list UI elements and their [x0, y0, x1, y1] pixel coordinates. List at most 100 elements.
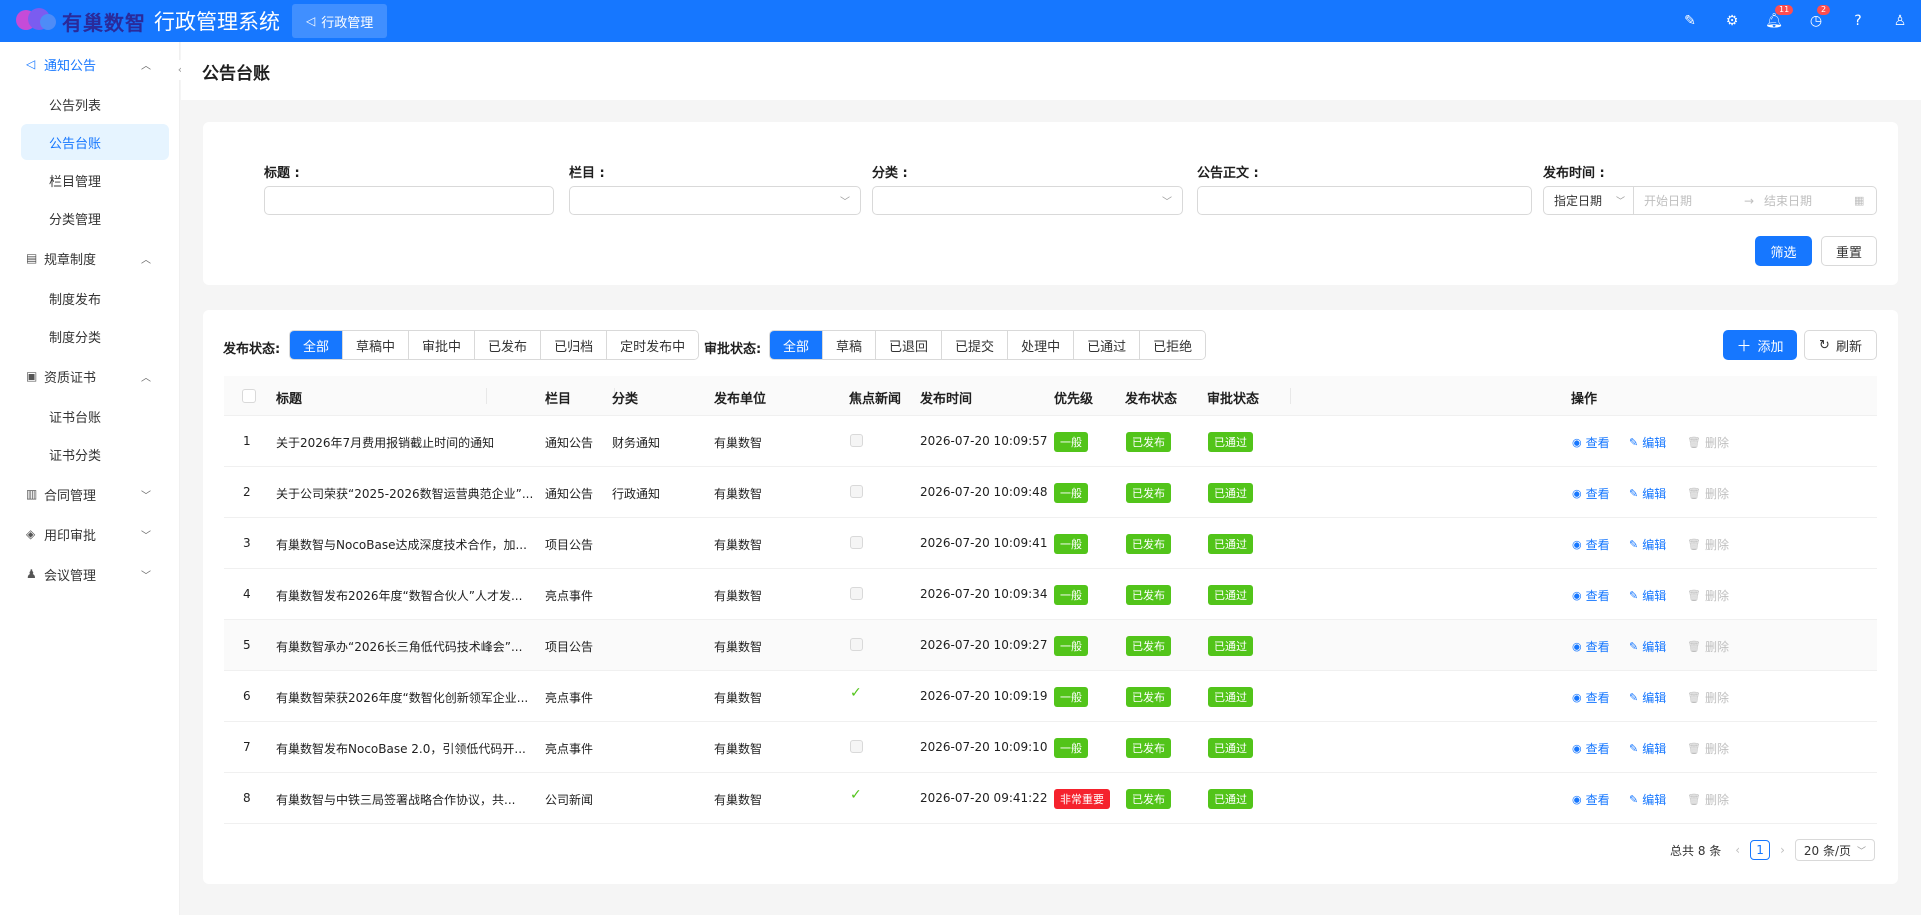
delete-action[interactable]: 🗑︎ 删除: [1687, 740, 1729, 757]
view-action[interactable]: ◉ 查看: [1572, 587, 1610, 604]
edit-action[interactable]: ✎ 编辑: [1629, 485, 1666, 502]
publish-status-published[interactable]: 已发布: [475, 331, 542, 359]
th-unit[interactable]: 发布单位: [714, 388, 766, 407]
edit-action[interactable]: ✎ 编辑: [1629, 587, 1666, 604]
view-action[interactable]: ◉ 查看: [1572, 689, 1610, 706]
sidebar-item-certificate-category[interactable]: 证书分类: [21, 436, 169, 472]
th-column[interactable]: 栏目: [545, 388, 571, 407]
edit-action[interactable]: ✎ 编辑: [1629, 638, 1666, 655]
sidebar-item-regulation-category[interactable]: 制度分类: [21, 318, 169, 354]
body-filter-input[interactable]: [1197, 186, 1532, 215]
view-action[interactable]: ◉ 查看: [1572, 791, 1610, 808]
filter-button[interactable]: 筛选: [1755, 236, 1812, 266]
row-title[interactable]: 有巢数智发布NocoBase 2.0，引领低代码开...: [276, 740, 526, 757]
user-icon[interactable]: ♙: [1879, 13, 1921, 29]
row-title[interactable]: 有巢数智发布2026年度“数智合伙人”人才发...: [276, 587, 522, 604]
page-1[interactable]: 1: [1750, 840, 1771, 860]
publish-status-approving[interactable]: 审批中: [409, 331, 476, 359]
delete-action[interactable]: 🗑︎ 删除: [1687, 587, 1729, 604]
edit-action[interactable]: ✎ 编辑: [1629, 791, 1666, 808]
row-title[interactable]: 有巢数智与中铁三局签署战略合作协议，共...: [276, 791, 515, 808]
sidebar-group-regulations[interactable]: ▤ 规章制度 ︿: [0, 238, 179, 278]
sidebar-item-notice-list[interactable]: 公告列表: [21, 86, 169, 122]
view-action[interactable]: ◉ 查看: [1572, 740, 1610, 757]
title-filter-input[interactable]: [264, 186, 554, 215]
table-row[interactable]: 2 关于公司荣获“2025-2026数智运营典范企业”... 通知公告 行政通知 有巢数…: [224, 467, 1877, 518]
top-tab-admin[interactable]: ◁ 行政管理: [292, 4, 388, 38]
sidebar-group-meetings[interactable]: ♟ 会议管理 ﹀: [0, 554, 179, 594]
sidebar-group-contracts[interactable]: ▥ 合同管理 ﹀: [0, 474, 179, 514]
help-icon[interactable]: ?: [1837, 13, 1879, 29]
delete-action[interactable]: 🗑︎ 删除: [1687, 434, 1729, 451]
table-row[interactable]: 6 有巢数智荣获2026年度“数智化创新领军企业... 亮点事件 有巢数智 ✓ 2026-…: [224, 671, 1877, 722]
edit-action[interactable]: ✎ 编辑: [1629, 434, 1666, 451]
category-filter-select[interactable]: ﹀: [872, 186, 1183, 215]
start-date-input[interactable]: 开始日期: [1644, 192, 1744, 209]
publish-status-draft[interactable]: 草稿中: [343, 331, 410, 359]
add-button[interactable]: ＋ 添加: [1723, 330, 1797, 360]
approval-status-all[interactable]: 全部: [770, 331, 824, 359]
th-approval-status[interactable]: 审批状态: [1207, 388, 1259, 407]
page-size-select[interactable]: 20 条/页 ﹀: [1794, 839, 1876, 861]
table-row[interactable]: 5 有巢数智承办“2026长三角低代码技术峰会”... 项目公告 有巢数智 2026-0…: [224, 620, 1877, 671]
table-row[interactable]: 3 有巢数智与NocoBase达成深度技术合作，加... 项目公告 有巢数智 2026-…: [224, 518, 1877, 569]
th-publish-status[interactable]: 发布状态: [1125, 388, 1177, 407]
reset-button[interactable]: 重置: [1821, 236, 1877, 266]
delete-action[interactable]: 🗑︎ 删除: [1687, 485, 1729, 502]
sidebar-item-regulation-publish[interactable]: 制度发布: [21, 280, 169, 316]
view-action[interactable]: ◉ 查看: [1572, 485, 1610, 502]
prev-page-icon[interactable]: ‹: [1735, 843, 1740, 857]
row-title[interactable]: 有巢数智与NocoBase达成深度技术合作，加...: [276, 536, 527, 553]
view-action[interactable]: ◉ 查看: [1572, 536, 1610, 553]
view-action[interactable]: ◉ 查看: [1572, 638, 1610, 655]
view-action[interactable]: ◉ 查看: [1572, 434, 1610, 451]
sidebar-item-category-manage[interactable]: 分类管理: [21, 200, 169, 236]
approval-status-approved[interactable]: 已通过: [1074, 331, 1141, 359]
edit-action[interactable]: ✎ 编辑: [1629, 740, 1666, 757]
sidebar-group-certificates[interactable]: ▣ 资质证书 ︿: [0, 356, 179, 396]
bell-icon[interactable]: 🔔︎ 11: [1753, 5, 1795, 29]
gear-icon[interactable]: ⚙: [1711, 13, 1753, 29]
publish-status-all[interactable]: 全部: [290, 331, 344, 359]
table-row[interactable]: 7 有巢数智发布NocoBase 2.0，引领低代码开... 亮点事件 有巢数智 202…: [224, 722, 1877, 773]
table-row[interactable]: 4 有巢数智发布2026年度“数智合伙人”人才发... 亮点事件 有巢数智 2026-0…: [224, 569, 1877, 620]
sidebar-item-column-manage[interactable]: 栏目管理: [21, 162, 169, 198]
th-priority[interactable]: 优先级: [1054, 388, 1093, 407]
publish-status-archived[interactable]: 已归档: [541, 331, 608, 359]
approval-status-submitted[interactable]: 已提交: [942, 331, 1009, 359]
delete-action[interactable]: 🗑︎ 删除: [1687, 638, 1729, 655]
row-title[interactable]: 关于公司荣获“2025-2026数智运营典范企业”...: [276, 485, 533, 502]
th-focus[interactable]: 焦点新闻: [849, 388, 901, 407]
edit-action[interactable]: ✎ 编辑: [1629, 689, 1666, 706]
column-filter-select[interactable]: ﹀: [569, 186, 861, 215]
row-title[interactable]: 有巢数智承办“2026长三角低代码技术峰会”...: [276, 638, 522, 655]
refresh-button[interactable]: ↻ 刷新: [1804, 330, 1877, 360]
sidebar-item-notice-ledger[interactable]: 公告台账: [21, 124, 169, 160]
sidebar-item-certificate-ledger[interactable]: 证书台账: [21, 398, 169, 434]
row-title[interactable]: 有巢数智荣获2026年度“数智化创新领军企业...: [276, 689, 528, 706]
delete-action[interactable]: 🗑︎ 删除: [1687, 536, 1729, 553]
delete-action[interactable]: 🗑︎ 删除: [1687, 791, 1729, 808]
th-title[interactable]: 标题: [276, 388, 302, 407]
brush-icon[interactable]: ✎: [1669, 13, 1711, 29]
table-row[interactable]: 1 关于2026年7月费用报销截止时间的通知 通知公告 财务通知 有巢数智 2026-07…: [224, 416, 1877, 467]
select-all-checkbox[interactable]: [242, 389, 256, 403]
brand-logo[interactable]: 有巢数智: [14, 0, 146, 42]
end-date-input[interactable]: 结束日期: [1764, 192, 1854, 209]
approval-status-draft[interactable]: 草稿: [823, 331, 877, 359]
table-row[interactable]: 8 有巢数智与中铁三局签署战略合作协议，共... 公司新闻 有巢数智 ✓ 2026-07-…: [224, 773, 1877, 824]
publish-status-scheduled[interactable]: 定时发布中: [607, 331, 699, 359]
row-title[interactable]: 关于2026年7月费用报销截止时间的通知: [276, 434, 494, 451]
edit-action[interactable]: ✎ 编辑: [1629, 536, 1666, 553]
todo-icon[interactable]: ◷ 2: [1795, 5, 1837, 29]
next-page-icon[interactable]: ›: [1780, 843, 1785, 857]
delete-action[interactable]: 🗑︎ 删除: [1687, 689, 1729, 706]
approval-status-returned[interactable]: 已退回: [876, 331, 943, 359]
date-mode-select[interactable]: 指定日期 ﹀: [1544, 187, 1634, 214]
th-time[interactable]: 发布时间: [920, 388, 972, 407]
approval-status-rejected[interactable]: 已拒绝: [1140, 331, 1206, 359]
approval-status-processing[interactable]: 处理中: [1008, 331, 1075, 359]
sidebar-group-notice[interactable]: ◁ 通知公告 ︿: [0, 44, 179, 84]
th-category[interactable]: 分类: [612, 388, 638, 407]
sidebar-group-seal[interactable]: ◈ 用印审批 ﹀: [0, 514, 179, 554]
